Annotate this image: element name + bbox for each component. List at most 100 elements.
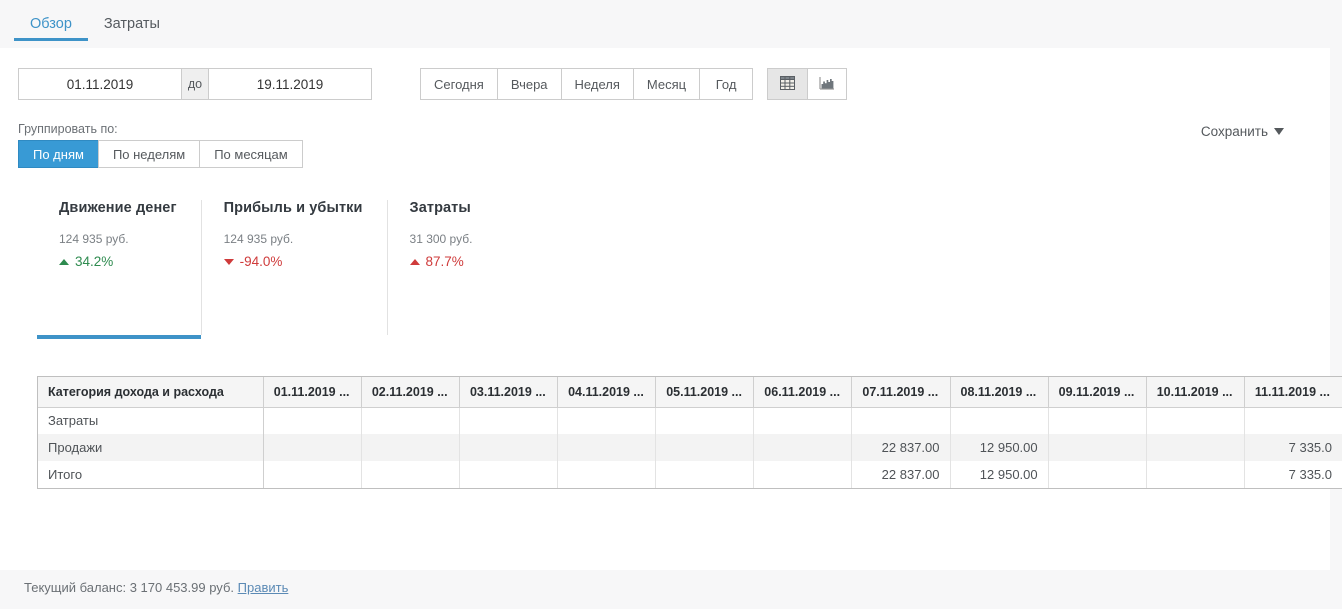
row-cell [263,434,362,461]
tab-overview-label: Обзор [30,16,72,32]
row-cell [1244,407,1342,434]
row-cell [459,434,559,461]
row-cell [557,434,657,461]
group-by-buttons: По дням По неделям По месяцам [18,140,303,168]
kpi-amount: 124 935 руб. [59,232,129,246]
row-cell [361,434,460,461]
column-header-day-1[interactable]: 01.11.2019 ... [263,377,362,408]
quick-range-buttons: Сегодня Вчера Неделя Месяц Год [420,68,754,100]
group-by-label: Группировать по: [18,122,118,136]
group-by-section: Группировать по: По дням По неделям По м… [18,122,303,168]
row-cell [263,407,362,434]
tab-overview[interactable]: Обзор [14,0,88,48]
kpi-card-profit-loss[interactable]: Прибыль и убытки 124 935 руб. -94.0% [200,200,387,335]
column-header-day-4[interactable]: 04.11.2019 ... [557,377,657,408]
column-header-day-9[interactable]: 09.11.2019 ... [1048,377,1147,408]
row-cell: 22 837.00 [851,461,951,488]
group-by-days[interactable]: По дням [18,140,98,168]
quick-range-today[interactable]: Сегодня [420,68,497,100]
row-cell: 22 837.00 [851,434,951,461]
footer-balance: Текущий баланс: 3 170 453.99 руб. Правит… [24,580,288,595]
row-cell: 12 950.00 [950,461,1049,488]
balance-text: Текущий баланс: 3 170 453.99 руб. [24,580,235,595]
column-header-category[interactable]: Категория дохода и расхода [38,377,264,408]
save-dropdown[interactable]: Сохранить [1201,124,1284,139]
kpi-card-expenses[interactable]: Затраты 31 300 руб. 87.7% [386,200,507,335]
row-cell [557,461,657,488]
quick-range-year[interactable]: Год [699,68,754,100]
group-by-months[interactable]: По месяцам [199,140,303,168]
row-category: Затраты [38,407,264,434]
report-table-head: Категория дохода и расхода 01.11.2019 ..… [38,377,1342,408]
column-header-day-2[interactable]: 02.11.2019 ... [361,377,460,408]
date-range-separator: до [182,68,208,100]
report-table-wrapper: Категория дохода и расхода 01.11.2019 ..… [37,376,1342,489]
finance-dashboard-page: Обзор Затраты до Сегодня Вчера Неделя Ме… [0,0,1342,609]
kpi-title: Затраты [409,200,471,216]
kpi-delta-value: 87.7% [425,254,464,269]
quick-range-week[interactable]: Неделя [560,68,633,100]
kpi-card-cash-flow[interactable]: Движение денег 124 935 руб. 34.2% [37,200,201,339]
tab-expenses[interactable]: Затраты [88,0,176,48]
row-cell [655,461,755,488]
kpi-delta: -94.0% [223,254,363,269]
triangle-down-icon [223,258,234,265]
quick-range-yesterday[interactable]: Вчера [496,68,561,100]
table-row[interactable]: Затраты [38,407,1342,434]
row-cell [1048,434,1147,461]
row-cell [557,407,657,434]
row-cell: 7 335.0 [1244,461,1342,488]
column-header-day-5[interactable]: 05.11.2019 ... [655,377,755,408]
row-cell [361,407,460,434]
row-category: Итого [38,461,264,488]
table-row[interactable]: Итого 22 837.00 12 950.00 7 335.0 [38,461,1342,488]
row-cell: 7 335.0 [1244,434,1342,461]
row-cell [459,407,559,434]
kpi-amount: 124 935 руб. [223,232,294,246]
row-cell [1048,407,1147,434]
date-from-input[interactable] [18,68,182,100]
kpi-amount: 31 300 руб. [409,232,473,246]
row-cell [655,434,755,461]
quick-range-month[interactable]: Месяц [632,68,700,100]
report-table: Категория дохода и расхода 01.11.2019 ..… [38,377,1342,488]
chart-view-button[interactable] [807,68,848,100]
date-range-separator-label: до [187,77,203,91]
row-category: Продажи [38,434,264,461]
row-cell [263,461,362,488]
content-panel: до Сегодня Вчера Неделя Месяц Год [0,48,1342,570]
row-cell [753,434,853,461]
view-mode-buttons [767,68,848,100]
chevron-down-icon [1274,128,1284,135]
row-cell [1146,461,1245,488]
table-row[interactable]: Продажи 22 837.00 12 950.00 7 335.0 [38,434,1342,461]
column-header-day-7[interactable]: 07.11.2019 ... [851,377,951,408]
column-header-day-3[interactable]: 03.11.2019 ... [459,377,559,408]
filter-toolbar: до Сегодня Вчера Неделя Месяц Год [18,68,848,100]
kpi-delta: 87.7% [409,254,483,269]
row-cell [1146,434,1245,461]
table-icon [780,75,796,93]
triangle-up-icon [59,258,69,265]
table-view-button[interactable] [767,68,808,100]
row-cell [950,407,1049,434]
row-cell [753,461,853,488]
column-header-day-8[interactable]: 08.11.2019 ... [950,377,1049,408]
column-header-day-10[interactable]: 10.11.2019 ... [1146,377,1245,408]
row-cell [851,407,951,434]
kpi-delta-value: 34.2% [75,254,114,269]
kpi-card-group: Движение денег 124 935 руб. 34.2% Прибыл… [37,200,507,339]
kpi-title: Движение денег [59,200,177,216]
row-cell [655,407,755,434]
group-by-weeks[interactable]: По неделям [97,140,200,168]
report-table-body: Затраты Продажи 22 837.00 12 950.00 7 33… [38,407,1342,488]
edit-balance-link[interactable]: Править [238,580,289,595]
column-header-day-11[interactable]: 11.11.2019 ... [1244,377,1342,408]
kpi-delta: 34.2% [59,254,177,269]
row-cell [1048,461,1147,488]
date-to-input[interactable] [208,68,372,100]
save-dropdown-label: Сохранить [1200,124,1268,139]
tab-bar: Обзор Затраты [0,0,1342,48]
row-cell: 12 950.00 [950,434,1049,461]
column-header-day-6[interactable]: 06.11.2019 ... [753,377,853,408]
